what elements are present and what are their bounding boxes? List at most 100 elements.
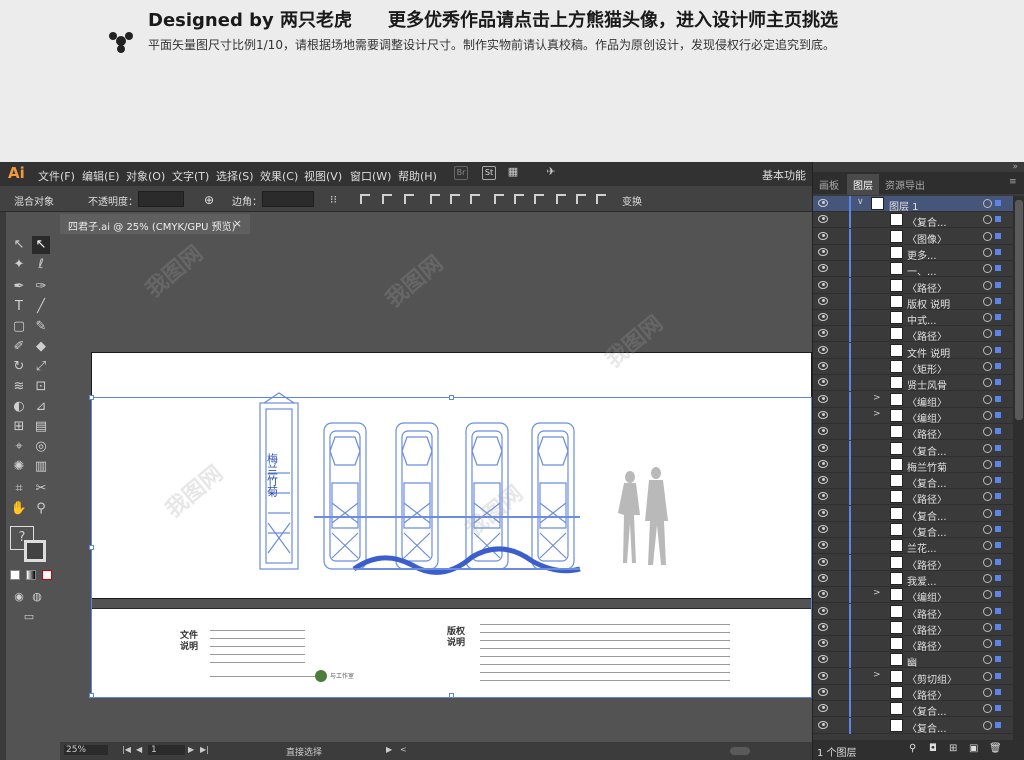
layer-row[interactable]: 〈复合... bbox=[813, 522, 1013, 539]
visibility-eye-icon[interactable] bbox=[818, 655, 828, 664]
layer-name[interactable]: 〈复合... bbox=[907, 214, 947, 229]
layer-name[interactable]: 幽 bbox=[907, 654, 917, 669]
layer-row[interactable]: 兰花... bbox=[813, 538, 1013, 555]
target-icon[interactable] bbox=[983, 215, 992, 225]
target-icon[interactable] bbox=[983, 264, 992, 274]
type-tool-icon[interactable]: T bbox=[10, 298, 28, 316]
selection-indicator[interactable] bbox=[995, 248, 1001, 255]
layer-name[interactable]: 〈剪切组〉 bbox=[907, 671, 957, 686]
scrollbar-thumb[interactable] bbox=[1015, 200, 1023, 420]
selection-indicator[interactable] bbox=[995, 607, 1001, 614]
layer-name[interactable]: 〈复合... bbox=[907, 508, 947, 523]
layer-row[interactable]: 〈复合... bbox=[813, 701, 1013, 718]
layer-row[interactable]: 〈路径〉 bbox=[813, 554, 1013, 572]
visibility-eye-icon[interactable] bbox=[818, 313, 828, 322]
visibility-eye-icon[interactable] bbox=[818, 508, 828, 517]
corner-field[interactable] bbox=[262, 191, 314, 207]
draw-mode-icon[interactable]: ◉ bbox=[10, 588, 28, 606]
layer-row[interactable]: 〈路径〉 bbox=[813, 326, 1013, 343]
zoom-field[interactable]: 25% bbox=[64, 745, 109, 755]
target-icon[interactable] bbox=[983, 443, 992, 453]
selection-tool-icon[interactable]: ↖ bbox=[10, 236, 28, 254]
target-icon[interactable] bbox=[983, 704, 992, 714]
scroll-left-icon[interactable]: < bbox=[400, 745, 407, 754]
selection-indicator[interactable] bbox=[995, 509, 1001, 516]
selection-indicator[interactable] bbox=[995, 460, 1001, 467]
selection-indicator[interactable] bbox=[995, 721, 1001, 728]
distribute-left-icon[interactable] bbox=[556, 194, 566, 204]
expand-arrow-icon[interactable]: ∨ bbox=[857, 197, 864, 207]
visibility-eye-icon[interactable] bbox=[818, 199, 828, 207]
target-icon[interactable] bbox=[983, 329, 992, 339]
page-field[interactable]: 1 bbox=[148, 745, 185, 755]
layer-name[interactable]: 〈路径〉 bbox=[907, 280, 947, 295]
selection-indicator[interactable] bbox=[995, 330, 1001, 337]
target-icon[interactable] bbox=[983, 655, 992, 665]
selection-indicator[interactable] bbox=[995, 640, 1001, 647]
layer-name[interactable]: 〈路径〉 bbox=[907, 687, 947, 702]
layer-row[interactable]: 〈复合... bbox=[813, 473, 1013, 490]
expand-arrow-icon[interactable]: > bbox=[873, 393, 881, 403]
column-graph-tool-icon[interactable]: ▥ bbox=[32, 458, 50, 476]
visibility-eye-icon[interactable] bbox=[818, 525, 828, 533]
artboard-notes[interactable]: 文件说明 与工作室 版权说明 bbox=[91, 608, 812, 698]
selection-indicator[interactable] bbox=[995, 411, 1001, 418]
layer-row[interactable]: 一、... bbox=[813, 261, 1013, 278]
layer-row[interactable]: > 〈编组〉 bbox=[813, 407, 1013, 425]
distribute-center-icon[interactable] bbox=[514, 194, 524, 204]
menu-type[interactable]: 文字(T) bbox=[172, 168, 209, 184]
transform-link[interactable]: 变换 bbox=[622, 193, 642, 208]
selection-indicator[interactable] bbox=[995, 558, 1001, 565]
rotate-tool-icon[interactable]: ↻ bbox=[10, 358, 28, 376]
locate-object-icon[interactable]: ⚲ bbox=[909, 743, 916, 754]
visibility-eye-icon[interactable] bbox=[818, 394, 828, 403]
arrange-documents-icon[interactable]: ▦ bbox=[506, 166, 520, 180]
layer-name[interactable]: 梅兰竹菊 bbox=[907, 459, 947, 474]
target-icon[interactable] bbox=[983, 622, 992, 632]
target-icon[interactable] bbox=[983, 639, 992, 649]
selection-indicator[interactable] bbox=[995, 395, 1001, 402]
slice-tool-icon[interactable]: ✂ bbox=[32, 480, 50, 498]
paintbrush-tool-icon[interactable]: ✎ bbox=[32, 318, 50, 336]
layer-name[interactable]: 兰花... bbox=[907, 540, 937, 555]
layer-name[interactable]: 〈路径〉 bbox=[907, 328, 947, 343]
canvas[interactable]: 梅兰竹菊 文件说明 与工作室 版权说明 我图网 我图网 我图网 我图网 我图网 bbox=[60, 234, 812, 742]
layer-row[interactable]: 〈路径〉 bbox=[813, 685, 1013, 702]
selection-indicator[interactable] bbox=[995, 672, 1001, 679]
selection-indicator[interactable] bbox=[995, 428, 1001, 435]
panel-collapse-icon[interactable]: » bbox=[1012, 162, 1018, 172]
layer-row[interactable]: 〈路径〉 bbox=[813, 424, 1013, 441]
status-menu-icon[interactable]: ▶ bbox=[386, 745, 392, 754]
stock-icon[interactable]: St bbox=[482, 166, 496, 180]
distribute-bottom-icon[interactable] bbox=[534, 194, 544, 204]
menu-effect[interactable]: 效果(C) bbox=[260, 168, 298, 184]
layer-name[interactable]: 版权 说明 bbox=[907, 296, 950, 311]
layer-name[interactable]: 〈路径〉 bbox=[907, 426, 947, 441]
target-icon[interactable] bbox=[983, 378, 992, 388]
target-icon[interactable] bbox=[983, 410, 992, 420]
tab-artboards[interactable]: 画板 bbox=[819, 177, 839, 192]
artboard-main[interactable]: 梅兰竹菊 bbox=[91, 352, 812, 599]
layer-name[interactable]: 〈编组〉 bbox=[907, 589, 947, 604]
selection-indicator[interactable] bbox=[995, 574, 1001, 581]
new-layer-icon[interactable]: ▣ bbox=[969, 743, 978, 754]
delete-layer-icon[interactable]: 🗑 bbox=[989, 743, 1002, 754]
screen-mode-icon[interactable]: ▭ bbox=[20, 608, 38, 626]
menu-select[interactable]: 选择(S) bbox=[216, 168, 254, 184]
target-icon[interactable] bbox=[983, 720, 992, 730]
visibility-eye-icon[interactable] bbox=[818, 671, 828, 680]
visibility-eye-icon[interactable] bbox=[818, 231, 828, 240]
layer-row[interactable]: 梅兰竹菊 bbox=[813, 456, 1013, 474]
close-icon[interactable]: × bbox=[233, 217, 242, 230]
visibility-eye-icon[interactable] bbox=[818, 573, 828, 582]
layer-row[interactable]: 幽 bbox=[813, 652, 1013, 669]
layer-name[interactable]: 〈编组〉 bbox=[907, 410, 947, 425]
selection-indicator[interactable] bbox=[995, 216, 1001, 223]
zoom-tool-icon[interactable]: ⚲ bbox=[32, 500, 50, 518]
layer-row[interactable]: 〈复合... bbox=[813, 212, 1013, 229]
visibility-eye-icon[interactable] bbox=[818, 622, 828, 631]
gpu-performance-icon[interactable]: ✈ bbox=[544, 166, 558, 180]
panel-menu-icon[interactable]: ≡ bbox=[1009, 177, 1017, 187]
layer-name[interactable]: 贤士风骨 bbox=[907, 377, 947, 392]
target-icon[interactable] bbox=[983, 199, 992, 208]
